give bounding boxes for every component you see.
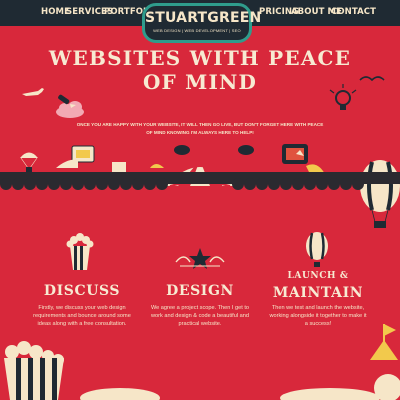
design-title: DESIGN xyxy=(166,283,234,299)
maintain-description: Then we test and launch the website, wor… xyxy=(269,305,367,327)
popcorn-icon xyxy=(66,233,94,270)
flag-tent-icon xyxy=(370,324,398,360)
service-illustrations xyxy=(4,232,400,400)
bottom-cloud-icon xyxy=(80,374,400,400)
discuss-title: DISCUSS xyxy=(43,283,121,299)
popcorn-bucket-icon xyxy=(4,341,64,400)
launch-title: LAUNCH & xyxy=(287,271,349,281)
maintain-title: MAINTAIN xyxy=(272,285,364,301)
star-flourish-icon xyxy=(175,248,225,269)
design-description: We agree a project scope. Then I get to … xyxy=(150,305,250,327)
hot-air-balloon-small-icon xyxy=(306,232,328,267)
discuss-description: Firstly, we discuss your web design requ… xyxy=(33,305,131,327)
